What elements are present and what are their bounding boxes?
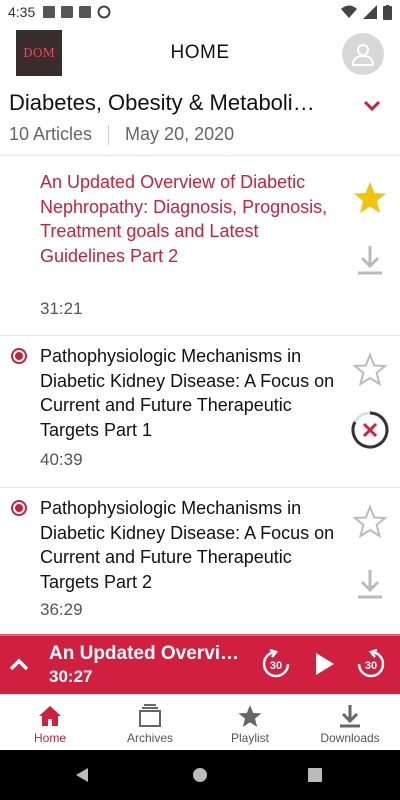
article-title: Pathophysiologic Mechanisms in Diabetic … <box>40 346 335 440</box>
divider <box>108 124 110 145</box>
back-icon[interactable] <box>74 767 90 783</box>
article-item[interactable]: Pathophysiologic Mechanisms in Diabetic … <box>0 488 400 634</box>
issue-header[interactable]: Diabetes, Obesity & Metaboli… 10 Article… <box>0 84 400 156</box>
star-outline-icon[interactable] <box>352 352 388 388</box>
skip-forward-label: 30 <box>365 660 377 672</box>
skip-forward-30-icon[interactable]: 30 <box>355 648 387 680</box>
issue-date: May 20, 2020 <box>125 124 235 144</box>
chevron-down-icon[interactable] <box>362 96 382 116</box>
nav-label: Playlist <box>230 731 269 745</box>
nav-item-downloads[interactable]: Downloads <box>300 695 400 751</box>
status-time: 4:35 <box>8 4 36 20</box>
notification-icon <box>79 6 92 18</box>
chevron-up-icon[interactable] <box>8 654 30 676</box>
player-title: An Updated Overvi… <box>49 643 240 664</box>
download-icon[interactable] <box>352 242 388 278</box>
player-progress-line <box>0 634 400 636</box>
nav-item-playlist[interactable]: Playlist <box>200 695 300 751</box>
download-icon <box>340 705 360 728</box>
star-icon <box>238 705 262 727</box>
cancel-download-icon[interactable] <box>350 410 390 450</box>
wifi-icon <box>341 5 357 18</box>
user-icon <box>351 44 375 66</box>
battery-icon <box>383 4 392 20</box>
article-duration: 31:21 <box>40 299 83 318</box>
play-icon[interactable] <box>308 648 340 680</box>
download-icon[interactable] <box>352 566 388 602</box>
status-bar: 4:35 <box>0 0 400 24</box>
nav-label: Home <box>33 731 66 745</box>
profile-button[interactable] <box>342 33 384 75</box>
app-header: DOM HOME <box>0 24 400 82</box>
nav-item-home[interactable]: Home <box>0 695 100 751</box>
mini-player[interactable]: An Updated Overvi… 30:27 30 30 <box>0 634 400 694</box>
nav-label: Archives <box>126 731 173 745</box>
article-count: 10 Articles <box>9 124 93 144</box>
article-duration: 36:29 <box>40 600 83 619</box>
app-logo[interactable]: DOM <box>16 30 62 76</box>
issue-title: Diabetes, Obesity & Metaboli… <box>9 90 315 115</box>
unplayed-dot-icon <box>11 348 27 364</box>
article-item[interactable]: Pathophysiologic Mechanisms in Diabetic … <box>0 336 400 488</box>
star-outline-icon[interactable] <box>352 504 388 540</box>
system-nav-bar <box>0 750 400 800</box>
archives-icon <box>139 704 161 727</box>
player-time: 30:27 <box>49 667 93 686</box>
home-icon <box>39 706 61 726</box>
recents-icon[interactable] <box>308 768 322 782</box>
sync-icon <box>97 5 111 19</box>
signal-icon <box>363 5 377 19</box>
issue-meta: 10 Articles May 20, 2020 <box>9 124 234 145</box>
home-system-icon[interactable] <box>192 767 208 783</box>
article-list[interactable]: An Updated Overview of Diabetic Nephropa… <box>0 160 400 634</box>
notification-icons <box>43 5 111 19</box>
nav-label: Downloads <box>320 731 380 745</box>
article-duration: 40:39 <box>40 450 83 469</box>
skip-back-label: 30 <box>270 660 282 672</box>
unplayed-dot-icon <box>11 500 27 516</box>
nav-item-archives[interactable]: Archives <box>100 695 200 751</box>
star-filled-icon[interactable] <box>352 180 388 216</box>
article-item[interactable]: An Updated Overview of Diabetic Nephropa… <box>0 160 400 336</box>
notification-icon <box>43 6 56 18</box>
article-title: Pathophysiologic Mechanisms in Diabetic … <box>40 498 335 592</box>
logo-text: DOM <box>23 46 55 60</box>
skip-back-30-icon[interactable]: 30 <box>260 648 292 680</box>
bottom-nav: Home Archives Playlist Downloads <box>0 694 400 750</box>
notification-icon <box>61 6 74 18</box>
article-title: An Updated Overview of Diabetic Nephropa… <box>40 172 328 266</box>
page-title: HOME <box>170 42 230 63</box>
